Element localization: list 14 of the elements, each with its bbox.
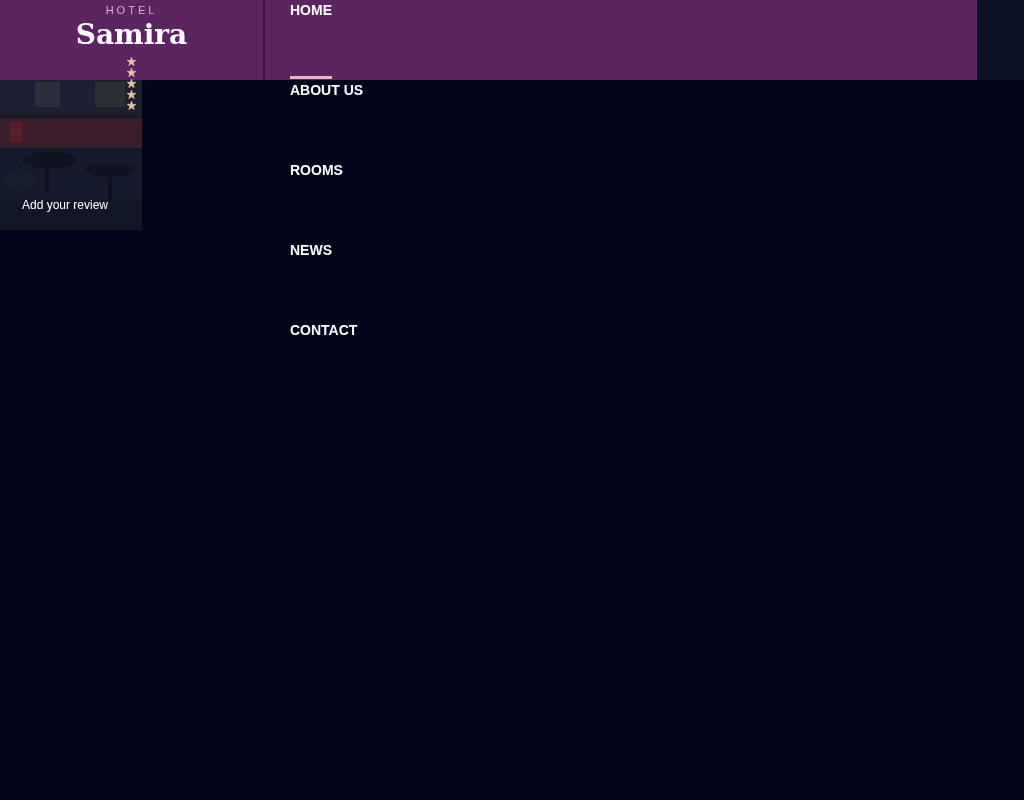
logo-kicker: HOTEL [105,3,158,17]
review-card[interactable]: Add your review [0,80,142,230]
star-icon [127,79,136,88]
nav-link[interactable]: NEWS [290,240,332,319]
nav-link[interactable]: ABOUT US [290,80,364,159]
nav-link[interactable]: ROOMS [290,160,343,239]
review-link-text: Add your review [22,197,109,214]
star-icon [127,68,136,77]
logo-name: Samira [75,17,188,53]
nav-link[interactable]: HOME [290,0,332,79]
star-icon [127,90,136,99]
star-icon [127,101,136,110]
nav-link[interactable]: CONTACT [290,320,358,399]
star-icon [127,57,136,66]
